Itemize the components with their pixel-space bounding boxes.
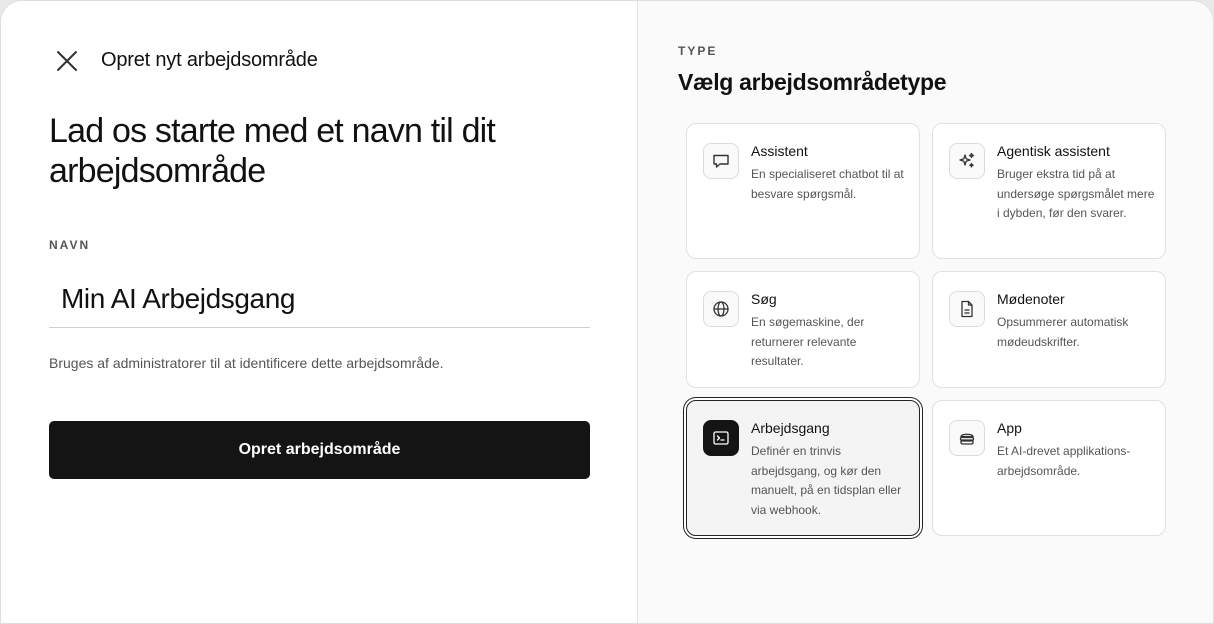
type-card-title: Agentisk assistent	[997, 143, 1110, 159]
type-card-title: Assistent	[751, 143, 808, 159]
type-panel: TYPE Vælg arbejdsområdetype Assistent En…	[638, 1, 1213, 623]
type-card-description: En specialiseret chatbot til at besvare …	[751, 167, 904, 201]
type-card-title: Søg	[751, 291, 777, 307]
dialog-title: Opret nyt arbejdsområde	[101, 49, 318, 71]
name-panel: Opret nyt arbejdsområde Lad os starte me…	[1, 1, 638, 623]
icon-box	[949, 420, 985, 456]
document-icon	[961, 300, 973, 318]
type-card-title: App	[997, 420, 1022, 436]
terminal-icon	[713, 431, 729, 445]
type-title: Vælg arbejdsområdetype	[678, 69, 947, 95]
type-card-moedenoter[interactable]: Mødenoter Opsummerer automatisk mødeudsk…	[932, 271, 1166, 388]
icon-box	[703, 291, 739, 327]
type-card-description: Definér en trinvis arbejdsgang, og kør d…	[751, 444, 902, 517]
type-card-description: Bruger ekstra tid på at undersøge spørgs…	[997, 167, 1155, 220]
type-card-app[interactable]: App Et AI-drevet applikations-arbejdsomr…	[932, 400, 1166, 536]
type-card-assistent[interactable]: Assistent En specialiseret chatbot til a…	[686, 123, 920, 259]
type-card-arbejdsgang[interactable]: Arbejdsgang Definér en trinvis arbejdsga…	[686, 400, 920, 536]
type-card-description: En søgemaskine, der returnerer relevante…	[751, 315, 865, 368]
icon-box	[703, 420, 739, 456]
type-label: TYPE	[678, 44, 718, 58]
chat-bubble-icon	[713, 154, 729, 168]
headline: Lad os starte med et navn til dit arbejd…	[49, 112, 496, 190]
sparkles-icon	[959, 152, 975, 168]
name-input[interactable]	[49, 271, 590, 328]
icon-box	[703, 143, 739, 179]
type-card-title: Arbejdsgang	[751, 420, 830, 436]
type-card-description: Opsummerer automatisk mødeudskrifter.	[997, 315, 1129, 349]
type-card-title: Mødenoter	[997, 291, 1065, 307]
type-card-soeg[interactable]: Søg En søgemaskine, der returnerer relev…	[686, 271, 920, 388]
icon-box	[949, 143, 985, 179]
create-workspace-button[interactable]: Opret arbejdsområde	[49, 421, 590, 479]
close-button[interactable]	[53, 47, 81, 75]
name-helper-text: Bruges af administratorer til at identif…	[49, 355, 444, 371]
icon-box	[949, 291, 985, 327]
stack-icon	[959, 433, 975, 445]
type-card-agentisk-assistent[interactable]: Agentisk assistent Bruger ekstra tid på …	[932, 123, 1166, 259]
name-label: NAVN	[49, 238, 91, 252]
type-card-description: Et AI-drevet applikations-arbejdsområde.	[997, 444, 1131, 478]
close-icon	[57, 51, 77, 71]
globe-icon	[713, 301, 729, 317]
create-workspace-dialog: Opret nyt arbejdsområde Lad os starte me…	[0, 0, 1214, 624]
